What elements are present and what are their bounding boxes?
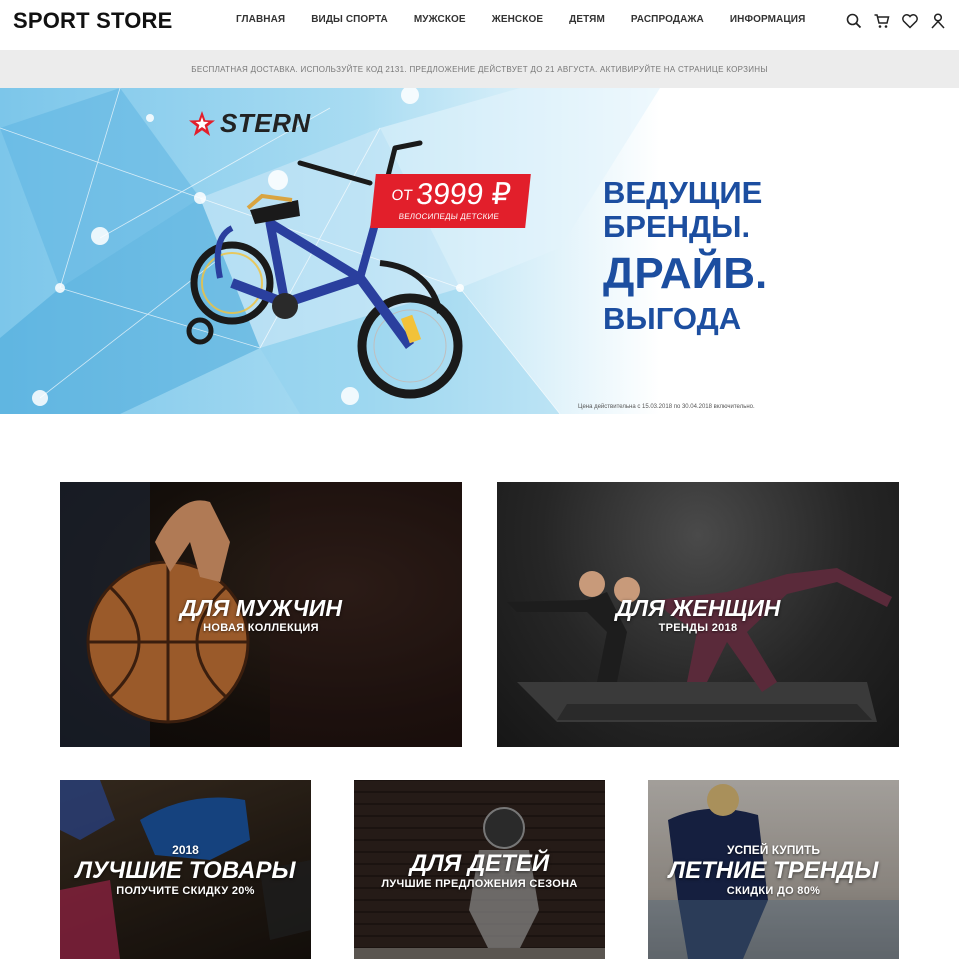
- category-tile-summer[interactable]: УСПЕЙ КУПИТЬ ЛЕТНИЕ ТРЕНДЫ СКИДКИ ДО 80%: [648, 780, 899, 959]
- tile-title: ЛЕТНИЕ ТРЕНДЫ: [668, 856, 879, 884]
- price-main: ОТ3999 ₽: [372, 174, 531, 212]
- tile-title: ЛУЧШИЕ ТОВАРЫ: [75, 856, 296, 884]
- slogan-line-2: БРЕНДЫ.: [603, 209, 751, 244]
- search-icon[interactable]: [845, 12, 863, 30]
- user-icon[interactable]: [929, 12, 947, 30]
- price-prefix: ОТ: [390, 187, 414, 204]
- category-tile-kids[interactable]: ДЛЯ ДЕТЕЙ ЛУЧШИЕ ПРЕДЛОЖЕНИЯ СЕЗОНА: [354, 780, 605, 959]
- category-tile-best[interactable]: 2018 ЛУЧШИЕ ТОВАРЫ ПОЛУЧИТЕ СКИДКУ 20%: [60, 780, 311, 959]
- site-logo[interactable]: SPORT STORE: [13, 8, 173, 34]
- hero-slogan: ВЕДУЩИЕ БРЕНДЫ. ДРАЙВ. ВЫГОДА: [603, 176, 767, 338]
- tile-overlay: ДЛЯ ДЕТЕЙ ЛУЧШИЕ ПРЕДЛОЖЕНИЯ СЕЗОНА: [354, 780, 605, 959]
- promo-text: БЕСПЛАТНАЯ ДОСТАВКА. ИСПОЛЬЗУЙТЕ КОД 213…: [191, 64, 768, 74]
- tile-subtitle: СКИДКИ ДО 80%: [726, 884, 821, 897]
- header-icons: [845, 12, 947, 30]
- category-tile-men[interactable]: ДЛЯ МУЖЧИН НОВАЯ КОЛЛЕКЦИЯ: [60, 482, 462, 747]
- heart-icon[interactable]: [901, 12, 919, 30]
- site-header: SPORT STORE ГЛАВНАЯ ВИДЫ СПОРТА МУЖСКОЕ …: [0, 0, 959, 50]
- price-caption: ВЕЛОСИПЕДЫ ДЕТСКИЕ: [398, 212, 500, 221]
- tile-title: ДЛЯ МУЖЧИН: [180, 595, 342, 621]
- brand-name: STERN: [220, 108, 311, 138]
- nav-item-home[interactable]: ГЛАВНАЯ: [236, 14, 285, 25]
- tile-subtitle: ПОЛУЧИТЕ СКИДКУ 20%: [116, 884, 255, 897]
- nav-item-info[interactable]: ИНФОРМАЦИЯ: [730, 14, 806, 25]
- tile-overlay: УСПЕЙ КУПИТЬ ЛЕТНИЕ ТРЕНДЫ СКИДКИ ДО 80%: [648, 780, 899, 959]
- price-tag: ОТ3999 ₽ ВЕЛОСИПЕДЫ ДЕТСКИЕ: [370, 174, 531, 228]
- main-nav: ГЛАВНАЯ ВИДЫ СПОРТА МУЖСКОЕ ЖЕНСКОЕ ДЕТЯ…: [236, 14, 831, 25]
- tile-subtitle: ЛУЧШИЕ ПРЕДЛОЖЕНИЯ СЕЗОНА: [381, 877, 578, 890]
- cart-icon[interactable]: [873, 12, 891, 30]
- brand-logo: STERN: [188, 108, 311, 139]
- tile-subtitle: ТРЕНДЫ 2018: [658, 622, 738, 634]
- tile-overlay: ДЛЯ ЖЕНЩИН ТРЕНДЫ 2018: [497, 482, 899, 747]
- nav-item-kids[interactable]: ДЕТЯМ: [569, 14, 605, 25]
- hero-disclaimer: Цена действительна с 15.03.2018 по 30.04…: [578, 404, 755, 410]
- nav-item-men[interactable]: МУЖСКОЕ: [414, 14, 466, 25]
- tile-overlay: 2018 ЛУЧШИЕ ТОВАРЫ ПОЛУЧИТЕ СКИДКУ 20%: [60, 780, 311, 959]
- tile-pretitle: УСПЕЙ КУПИТЬ: [726, 842, 820, 857]
- hero-banner[interactable]: STERN ОТ3999 ₽ ВЕЛОСИПЕДЫ ДЕТСКИЕ ВЕДУЩИ…: [0, 88, 959, 414]
- price-value: 3999 ₽: [414, 178, 513, 211]
- tile-pretitle: 2018: [172, 842, 199, 857]
- tile-subtitle: НОВАЯ КОЛЛЕКЦИЯ: [203, 622, 319, 634]
- tile-title: ДЛЯ ЖЕНЩИН: [615, 595, 781, 621]
- nav-item-sports[interactable]: ВИДЫ СПОРТА: [311, 14, 388, 25]
- promo-bar: БЕСПЛАТНАЯ ДОСТАВКА. ИСПОЛЬЗУЙТЕ КОД 213…: [0, 50, 959, 88]
- slogan-line-3: ДРАЙВ.: [603, 249, 768, 298]
- category-tile-women[interactable]: ДЛЯ ЖЕНЩИН ТРЕНДЫ 2018: [497, 482, 899, 747]
- nav-item-sale[interactable]: РАСПРОДАЖА: [631, 14, 704, 25]
- nav-item-women[interactable]: ЖЕНСКОЕ: [492, 14, 543, 25]
- slogan-line-1: ВЕДУЩИЕ: [603, 175, 763, 210]
- tile-overlay: ДЛЯ МУЖЧИН НОВАЯ КОЛЛЕКЦИЯ: [60, 482, 462, 747]
- hero-background: [0, 88, 660, 414]
- star-icon: [189, 110, 215, 136]
- tile-title: ДЛЯ ДЕТЕЙ: [409, 849, 550, 877]
- slogan-line-4: ВЫГОДА: [603, 301, 742, 336]
